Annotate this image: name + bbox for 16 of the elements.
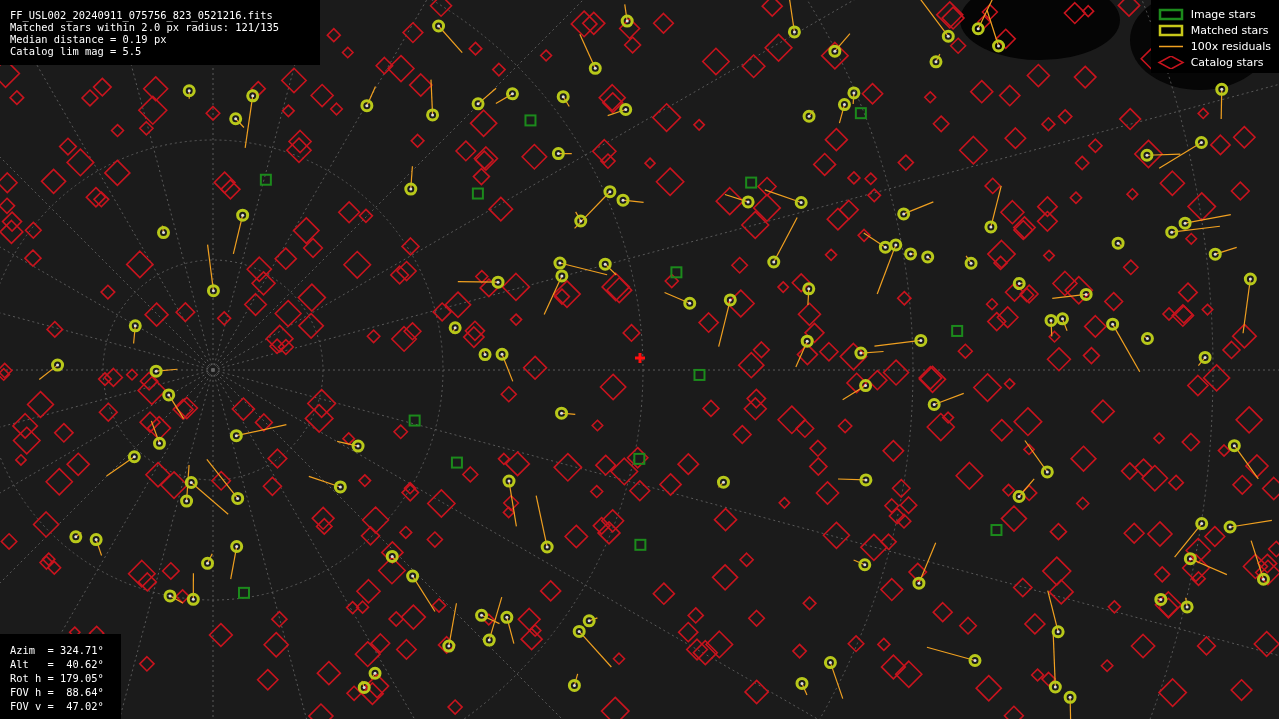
pointing-text: Azim = 324.71° (10, 643, 105, 657)
pointing-text: Alt = 40.62° (10, 657, 105, 671)
legend-label: Matched stars (1190, 23, 1269, 37)
catalog-legend-icon (1156, 55, 1185, 69)
matched-legend-icon (1156, 23, 1185, 37)
pointing-text: FOV h = 88.64° (10, 685, 105, 699)
pointing-text: Rot h = 179.05° (10, 671, 105, 685)
info-text: Median distance = 0.19 px (10, 33, 168, 45)
info-text: FF_USL002_20240911_075756_823_0521216.fits (10, 9, 274, 21)
pointing-text: FOV v = 47.02° (10, 699, 105, 713)
legend-label: Image stars (1190, 7, 1256, 21)
image-legend-icon (1156, 7, 1185, 21)
info-text: Catalog lim mag = 5.5 (10, 45, 143, 57)
info-text: Matched stars within 2.0 px radius: 121/135 (10, 21, 280, 33)
legend-label: Catalog stars (1190, 55, 1264, 69)
legend-label: 100x residuals (1190, 39, 1271, 53)
